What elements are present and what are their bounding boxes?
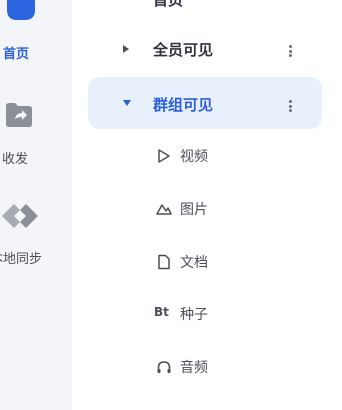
transfer-folder-icon	[6, 103, 32, 127]
rail-item-sync[interactable]: 本地同步	[0, 196, 72, 270]
torrent-icon: Bt	[154, 305, 169, 319]
tree-top-partial-label[interactable]: 首页	[153, 0, 183, 10]
filter-label: 音频	[180, 360, 208, 376]
tree-group-all-members[interactable]: 全员可见	[88, 24, 322, 76]
filter-label: 图片	[180, 202, 208, 218]
tree-group-groups[interactable]: 群组可见	[88, 77, 322, 129]
headphones-icon	[157, 361, 171, 373]
more-options-icon[interactable]	[289, 45, 292, 57]
filter-label: 文档	[180, 255, 208, 271]
caret-right-icon[interactable]	[123, 45, 129, 53]
rail-label-home: 首页	[3, 47, 30, 62]
play-icon	[158, 149, 170, 163]
rail-item-transfer[interactable]: 收发	[0, 96, 72, 170]
rail-item-home[interactable]: 首页	[0, 0, 72, 70]
home-icon	[7, 0, 35, 20]
image-icon	[156, 204, 172, 215]
left-rail: 首页 收发 本地同步	[0, 0, 72, 410]
tree-group-label: 全员可见	[153, 41, 214, 59]
caret-down-icon[interactable]	[123, 100, 131, 106]
tree-group-label: 群组可见	[153, 96, 214, 114]
filter-label: 种子	[180, 307, 208, 323]
rail-label-sync: 本地同步	[0, 252, 43, 267]
filter-label: 视频	[180, 149, 208, 165]
more-options-icon[interactable]	[289, 100, 292, 112]
sync-icon	[2, 204, 38, 228]
document-icon	[158, 254, 170, 270]
rail-label-transfer: 收发	[2, 152, 29, 167]
